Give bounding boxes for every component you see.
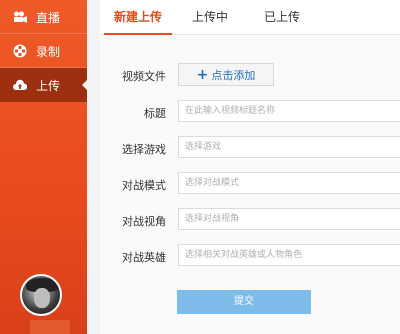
tab-uploaded[interactable]: 已上传 <box>252 0 312 34</box>
sidebar-item-upload[interactable]: 上传 <box>0 68 87 102</box>
tab-bar: 新建上传 上传中 已上传 <box>100 0 400 35</box>
battle-view-select[interactable]: 选择对战视角 <box>178 208 400 230</box>
main-panel: 新建上传 上传中 已上传 视频文件 + 点击添加 标题 在此输入视频标题名称 选… <box>100 0 400 334</box>
battle-mode-select[interactable]: 选择对战模式 <box>178 172 400 194</box>
battle-hero-label: 对战英雄 <box>122 251 166 264</box>
battle-mode-label: 对战模式 <box>122 179 166 192</box>
sidebar-item-live[interactable]: 直播 <box>0 0 87 34</box>
battle-hero-input[interactable]: 选择相关对战英雄或人物角色 <box>178 244 400 266</box>
tab-uploading[interactable]: 上传中 <box>180 0 240 34</box>
blurred-username <box>30 320 70 334</box>
avatar[interactable] <box>20 274 62 316</box>
title-label: 标题 <box>144 107 166 120</box>
title-input[interactable]: 在此输入视频标题名称 <box>178 100 400 122</box>
sidebar-item-label: 录制 <box>36 44 61 59</box>
video-camera-icon <box>13 10 27 24</box>
game-select[interactable]: 选择游戏 <box>178 136 400 158</box>
game-label: 选择游戏 <box>122 143 166 156</box>
add-file-label: 点击添加 <box>211 68 256 82</box>
battle-view-label: 对战视角 <box>122 215 166 228</box>
sidebar-item-label: 直播 <box>36 10 61 25</box>
sidebar: 直播 录制 上传 <box>0 0 87 334</box>
sidebar-item-label: 上传 <box>36 78 61 93</box>
plus-icon: + <box>196 66 209 83</box>
add-file-button[interactable]: + 点击添加 <box>178 63 274 86</box>
video-file-label: 视频文件 <box>122 70 166 83</box>
active-indicator-arrow <box>82 80 87 90</box>
sidebar-item-record[interactable]: 录制 <box>0 34 87 68</box>
submit-button[interactable]: 提交 <box>177 290 311 314</box>
cloud-upload-icon <box>13 78 27 92</box>
tab-new-upload[interactable]: 新建上传 <box>104 0 172 35</box>
upload-form: 视频文件 + 点击添加 标题 在此输入视频标题名称 选择游戏 选择游戏 对战模式… <box>100 35 400 334</box>
film-reel-icon <box>13 44 27 58</box>
